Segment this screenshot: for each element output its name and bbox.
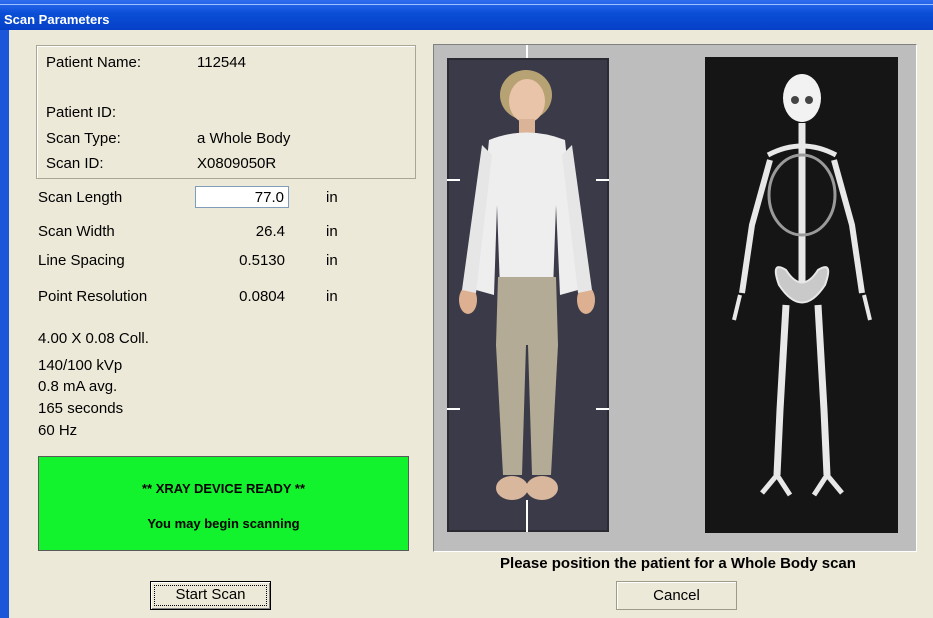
device-status-line2: You may begin scanning bbox=[147, 516, 300, 531]
title-bar-highlight bbox=[0, 4, 933, 5]
patient-name-label: Patient Name: bbox=[46, 54, 142, 71]
scan-preview-graphic bbox=[447, 45, 898, 533]
line-spacing-label: Line Spacing bbox=[38, 252, 125, 269]
xray-skeleton-icon bbox=[705, 57, 898, 533]
line-spacing-unit: in bbox=[326, 252, 338, 269]
scan-length-label: Scan Length bbox=[38, 189, 123, 206]
frequency-text: 60 Hz bbox=[38, 422, 78, 439]
cancel-button[interactable]: Cancel bbox=[616, 581, 737, 610]
window-title: Scan Parameters bbox=[4, 12, 110, 27]
scan-width-value: 26.4 bbox=[255, 223, 285, 240]
patient-id-label: Patient ID: bbox=[46, 104, 117, 121]
preview-caption: Please position the patient for a Whole … bbox=[500, 555, 856, 572]
line-spacing-value: 0.5130 bbox=[239, 252, 285, 269]
window-frame-left bbox=[0, 30, 9, 618]
scan-type-value: a Whole Body bbox=[197, 130, 291, 147]
cancel-label: Cancel bbox=[653, 587, 700, 604]
scan-length-unit: in bbox=[326, 189, 338, 206]
ma-text: 0.8 mA avg. bbox=[38, 378, 118, 395]
scan-width-unit: in bbox=[326, 223, 338, 240]
collimation-text: 4.00 X 0.08 Coll. bbox=[38, 330, 149, 347]
scan-preview-panel bbox=[433, 44, 917, 552]
title-bar[interactable]: Scan Parameters bbox=[0, 0, 933, 30]
point-resolution-label: Point Resolution bbox=[38, 288, 148, 305]
point-resolution-value: 0.0804 bbox=[239, 288, 285, 305]
kvp-text: 140/100 kVp bbox=[38, 357, 123, 374]
duration-text: 165 seconds bbox=[38, 400, 124, 417]
scan-type-label: Scan Type: bbox=[46, 130, 121, 147]
scan-width-label: Scan Width bbox=[38, 223, 115, 240]
start-scan-button[interactable]: Start Scan bbox=[150, 581, 271, 610]
point-resolution-unit: in bbox=[326, 288, 338, 305]
patient-name-value: 112544 bbox=[197, 54, 246, 71]
scan-length-input[interactable] bbox=[195, 186, 289, 208]
device-status-line1: ** XRAY DEVICE READY ** bbox=[141, 481, 306, 496]
patient-photo-icon bbox=[447, 45, 609, 532]
focus-ring bbox=[154, 585, 267, 606]
device-status-panel: ** XRAY DEVICE READY ** You may begin sc… bbox=[38, 456, 409, 551]
scan-id-label: Scan ID: bbox=[46, 155, 104, 172]
scan-id-value: X0809050R bbox=[197, 155, 277, 172]
